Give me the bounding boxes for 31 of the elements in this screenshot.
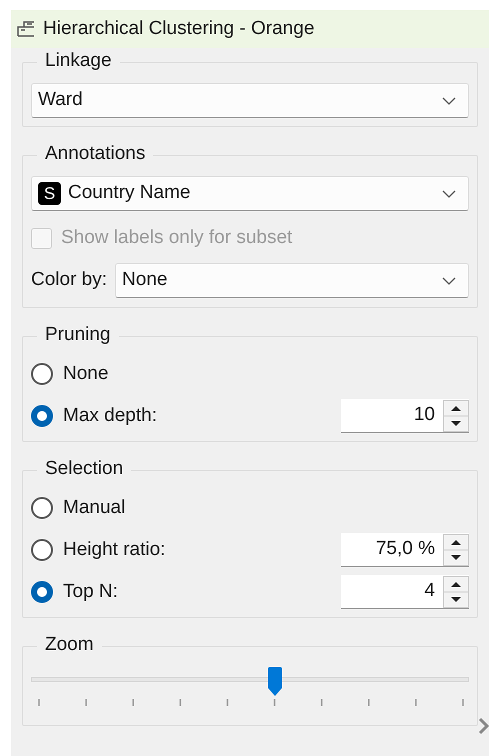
spin-box[interactable]: 10 <box>341 399 469 433</box>
chevron-down-icon <box>442 190 456 198</box>
slider-thumb[interactable] <box>266 667 283 697</box>
chevron-down-icon <box>442 96 456 104</box>
radio-button[interactable] <box>31 405 53 427</box>
dropdown[interactable]: Ward <box>31 83 469 118</box>
chevron-down-icon <box>442 276 456 284</box>
group-title: Pruning <box>37 323 118 347</box>
checkbox-label: Show labels only for subset <box>61 226 292 250</box>
type-badge: S <box>38 182 61 205</box>
option-label: Manual <box>63 496 126 520</box>
option-label: None <box>63 362 110 386</box>
window-icon <box>17 21 35 37</box>
spin-box[interactable]: 4 <box>341 575 469 609</box>
radio-button[interactable] <box>31 581 53 603</box>
dropdown[interactable]: None <box>115 263 469 298</box>
spin-arrows-icon[interactable] <box>443 400 469 432</box>
option-label: Top N: <box>63 580 119 604</box>
field-label: Color by: <box>31 268 108 292</box>
option-label: Height ratio: <box>63 538 166 562</box>
chevron-right-icon[interactable] <box>478 717 489 735</box>
radio-button[interactable] <box>31 497 53 519</box>
spin-arrows-icon[interactable] <box>443 576 469 608</box>
window-title: Hierarchical Clustering - Orange <box>43 16 314 41</box>
radio-button[interactable] <box>31 363 53 385</box>
radio-button[interactable] <box>31 539 53 561</box>
dropdown[interactable]: S Country Name <box>31 176 469 211</box>
spin-arrows-icon[interactable] <box>443 534 469 566</box>
group-title: Linkage <box>37 49 120 73</box>
spin-box[interactable]: 75,0 % <box>341 533 469 567</box>
option-label: Max depth: <box>63 404 158 428</box>
